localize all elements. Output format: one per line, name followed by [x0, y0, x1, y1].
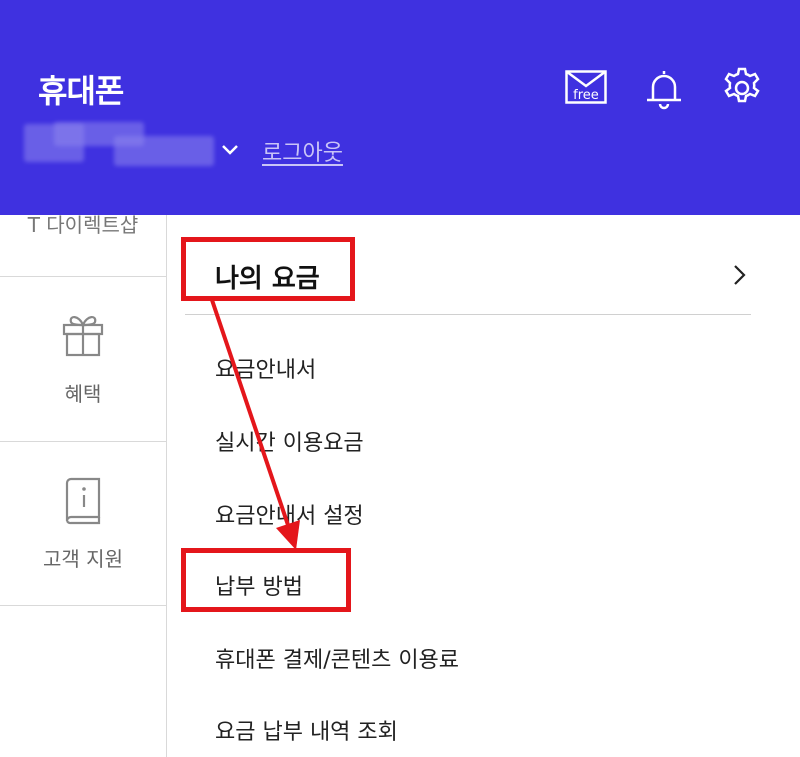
chevron-right-icon[interactable] — [733, 263, 747, 287]
app-header: 휴대폰 free 로그아웃 — [0, 0, 800, 215]
mail-free-icon[interactable]: free — [565, 70, 607, 104]
info-book-icon — [65, 477, 101, 525]
sidebar-divider — [0, 441, 166, 442]
sidebar: T 다이렉트샵 혜택 고객 지원 — [0, 213, 167, 757]
mail-badge-text: free — [573, 88, 599, 103]
menu-item-payment-history[interactable]: 요금 납부 내역 조회 — [215, 714, 398, 746]
chevron-down-icon[interactable] — [220, 143, 240, 157]
menu-item-mobile-payment-content[interactable]: 휴대폰 결제/콘텐츠 이용료 — [215, 642, 459, 674]
menu-item-bill-guide-settings[interactable]: 요금안내서 설정 — [215, 498, 364, 530]
sidebar-divider — [0, 605, 166, 606]
gift-icon — [62, 316, 104, 357]
highlight-box-payment-method — [181, 548, 351, 612]
sidebar-item-direct-shop[interactable]: T 다이렉트샵 — [0, 209, 166, 238]
menu-item-bill-guide[interactable]: 요금안내서 — [215, 352, 316, 384]
menu-divider — [185, 314, 751, 315]
sidebar-item-benefits[interactable]: 혜택 — [0, 378, 166, 407]
sidebar-item-customer-support[interactable]: 고객 지원 — [0, 543, 166, 572]
page-title: 휴대폰 — [38, 72, 124, 110]
account-selector-blurred[interactable] — [24, 122, 220, 168]
highlight-box-my-bill — [181, 237, 355, 301]
logout-link[interactable]: 로그아웃 — [262, 135, 343, 167]
gear-icon[interactable] — [720, 66, 764, 110]
bell-icon[interactable] — [643, 68, 685, 110]
menu-item-realtime-usage[interactable]: 실시간 이용요금 — [215, 425, 364, 457]
sidebar-divider — [0, 276, 166, 277]
